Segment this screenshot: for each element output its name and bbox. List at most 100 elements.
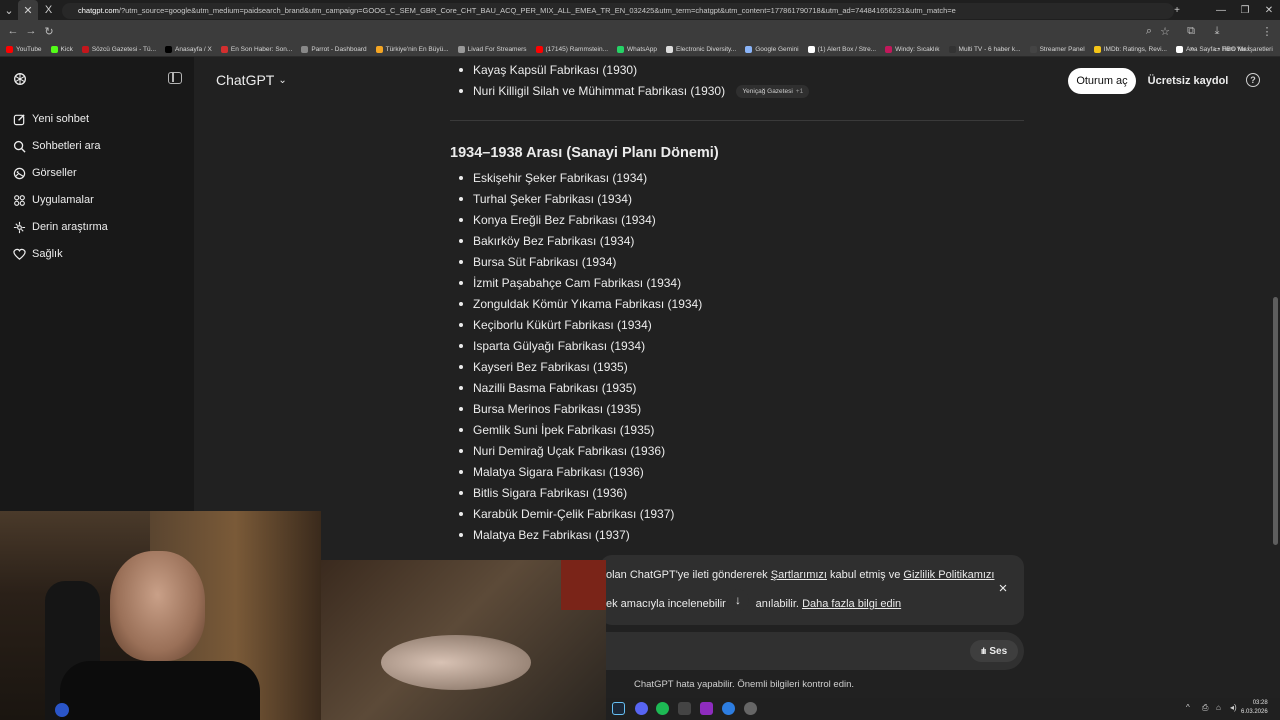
bookmark-favicon-icon [1029, 45, 1037, 53]
bookmark-favicon-icon [885, 45, 893, 53]
discord-icon[interactable] [635, 702, 648, 715]
bookmark-item[interactable]: Windy: Sıcaklık [885, 45, 940, 53]
back-icon[interactable]: ← [4, 20, 22, 42]
learn-more-link[interactable]: Daha fazla bilgi edin [802, 598, 901, 610]
bookmark-item[interactable]: Sözcü Gazetesi - Tü... [81, 45, 156, 53]
bookmark-label: YouTube [16, 45, 42, 53]
bookmark-favicon-icon [165, 45, 173, 53]
sidebar-toggle-icon[interactable] [168, 72, 182, 84]
bookmark-label: WhatsApp [627, 45, 658, 53]
browser-tab[interactable]: X [38, 0, 59, 20]
minimize-button[interactable]: — [1210, 0, 1232, 20]
scrollbar-thumb[interactable] [1273, 297, 1278, 545]
person-shirt [60, 661, 260, 720]
bookmark-item[interactable]: Multi TV - 6 haber k... [948, 45, 1021, 53]
all-bookmarks[interactable]: ▭ Tüm Yer İşaretleri [1214, 45, 1273, 53]
waveform-icon: ılı [980, 646, 986, 656]
tray-chevron-icon[interactable]: ^ [1186, 703, 1190, 712]
close-window-button[interactable]: ✕ [1258, 0, 1280, 20]
star-icon[interactable]: ☆ [1156, 20, 1174, 42]
bookmark-item[interactable]: YouTube [6, 45, 42, 53]
spotify-icon[interactable] [656, 702, 669, 715]
system-clock[interactable]: 03:28 6.03.2026 [1241, 699, 1268, 717]
terms-line-1: olan ChatGPT'ye ileti göndererek Şartlar… [606, 569, 994, 581]
extensions-icon[interactable]: ⧉ [1182, 20, 1200, 42]
bookmark-item[interactable]: WhatsApp [617, 45, 658, 53]
citation-source: Yeniçağ Gazetesi [742, 88, 793, 96]
bookmark-item[interactable]: Electronic Diversity... [666, 45, 737, 53]
bookmark-item[interactable]: En Son Haber: Son... [220, 45, 292, 53]
bookmark-favicon-icon [457, 45, 465, 53]
streamlabs-icon[interactable] [722, 702, 735, 715]
bookmark-label: IMDb: Ratings, Revi... [1103, 45, 1167, 53]
model-selector[interactable]: ChatGPT ⌄ [216, 72, 287, 88]
download-icon[interactable]: ⤓ [1208, 20, 1226, 42]
help-icon[interactable]: ? [1246, 73, 1260, 87]
bookmark-label: (17145) Rammstein... [545, 45, 609, 53]
login-button[interactable]: Oturum aç [1068, 68, 1136, 94]
voice-label: Ses [989, 645, 1008, 657]
url-field[interactable]: chatgpt.com/?utm_source=google&utm_mediu… [62, 3, 1174, 19]
browser-tab-active[interactable]: ✕ [18, 0, 38, 20]
menu-icon[interactable]: ⋮ [1258, 20, 1276, 42]
bookmark-item[interactable]: Kick [50, 45, 73, 53]
all-bookmarks-label: Tüm Yer İşaretleri [1221, 46, 1273, 53]
image-icon [12, 166, 26, 180]
calculator-icon[interactable] [678, 702, 691, 715]
terms-text: anılabilir. [755, 598, 803, 610]
chatgpt-logo-icon[interactable] [12, 71, 28, 87]
terms-link[interactable]: Şartlarımızı [771, 569, 827, 581]
bookmark-item[interactable]: Parrot - Dashboard [301, 45, 367, 53]
list-item-text: Nuri Killigil Silah ve Mühimmat Fabrikas… [473, 84, 726, 98]
bookmark-label: Livad For Streamers [467, 45, 527, 53]
bookmark-item[interactable]: Google Gemini [745, 45, 799, 53]
taskbar: ^ ⎙ ⌂ ◂) [606, 698, 1280, 720]
bookmark-item[interactable]: (1) Alert Box / Stre... [807, 45, 876, 53]
bookmark-item[interactable]: Anasayfa / X [165, 45, 212, 53]
bookmark-label: Google Gemini [755, 45, 799, 53]
heart-icon [12, 247, 26, 261]
close-icon[interactable]: × [996, 580, 1010, 597]
sidebar-item-new-chat[interactable]: Yeni sohbet [12, 109, 89, 129]
network-icon[interactable]: ⌂ [1216, 703, 1221, 712]
obs-icon[interactable] [700, 702, 713, 715]
list-item: Keçiborlu Kükürt Fabrikası (1934) [459, 318, 652, 332]
bookmark-item[interactable]: Livad For Streamers [457, 45, 527, 53]
citation-badge[interactable]: Yeniçağ Gazetesi +1 [736, 85, 810, 99]
tab-list-button[interactable]: ⌄ [0, 0, 18, 20]
sidebar-item-deep-research[interactable]: Derin araştırma [12, 217, 108, 237]
bookmark-label: Electronic Diversity... [676, 45, 737, 53]
apps-icon [12, 193, 26, 207]
sidebar-item-health[interactable]: Sağlık [12, 244, 63, 264]
sidebar-item-label: Görseller [32, 167, 77, 179]
sidebar-item-images[interactable]: Görseller [12, 163, 77, 183]
list-item: Kayaş Kapsül Fabrikası (1930) [458, 63, 638, 77]
message-composer[interactable]: ılı Ses [600, 632, 1024, 670]
voice-button[interactable]: ılı Ses [970, 640, 1018, 662]
maximize-button[interactable]: ❐ [1234, 0, 1256, 20]
scroll-down-button[interactable]: ↓ [727, 589, 749, 611]
bookmark-favicon-icon [535, 45, 543, 53]
bookmark-item[interactable]: Streamer Panel [1029, 45, 1085, 53]
steam-icon[interactable] [612, 702, 625, 715]
arrow-down-icon: ↓ [735, 593, 741, 607]
bookmarks-overflow-icon[interactable]: » [1190, 44, 1194, 53]
bookmark-item[interactable]: IMDb: Ratings, Revi... [1093, 45, 1167, 53]
privacy-link[interactable]: Gizlilik Politikamızı [903, 569, 994, 581]
sidebar-item-apps[interactable]: Uygulamalar [12, 190, 94, 210]
signup-button[interactable]: Ücretsiz kaydol [1144, 68, 1232, 94]
bookmark-favicon-icon [81, 45, 89, 53]
sidebar-item-search[interactable]: Sohbetleri ara [12, 136, 101, 156]
settings-icon[interactable] [744, 702, 757, 715]
list-item: Nuri Demirağ Uçak Fabrikası (1936) [458, 444, 666, 458]
person-head [110, 551, 205, 661]
scrollbar[interactable] [1271, 57, 1280, 720]
mic-tray-icon[interactable]: ⎙ [1202, 703, 1208, 713]
reload-icon[interactable]: ↻ [40, 20, 58, 42]
folder-icon: ▭ [1214, 46, 1222, 53]
list-item: Malatya Sigara Fabrikası (1936) [459, 465, 644, 479]
forward-icon[interactable]: → [22, 20, 40, 42]
bookmark-item[interactable]: (17145) Rammstein... [535, 45, 609, 53]
bookmark-item[interactable]: Türkiye'nin En Büyü... [375, 45, 449, 53]
volume-icon[interactable]: ◂) [1230, 703, 1237, 712]
